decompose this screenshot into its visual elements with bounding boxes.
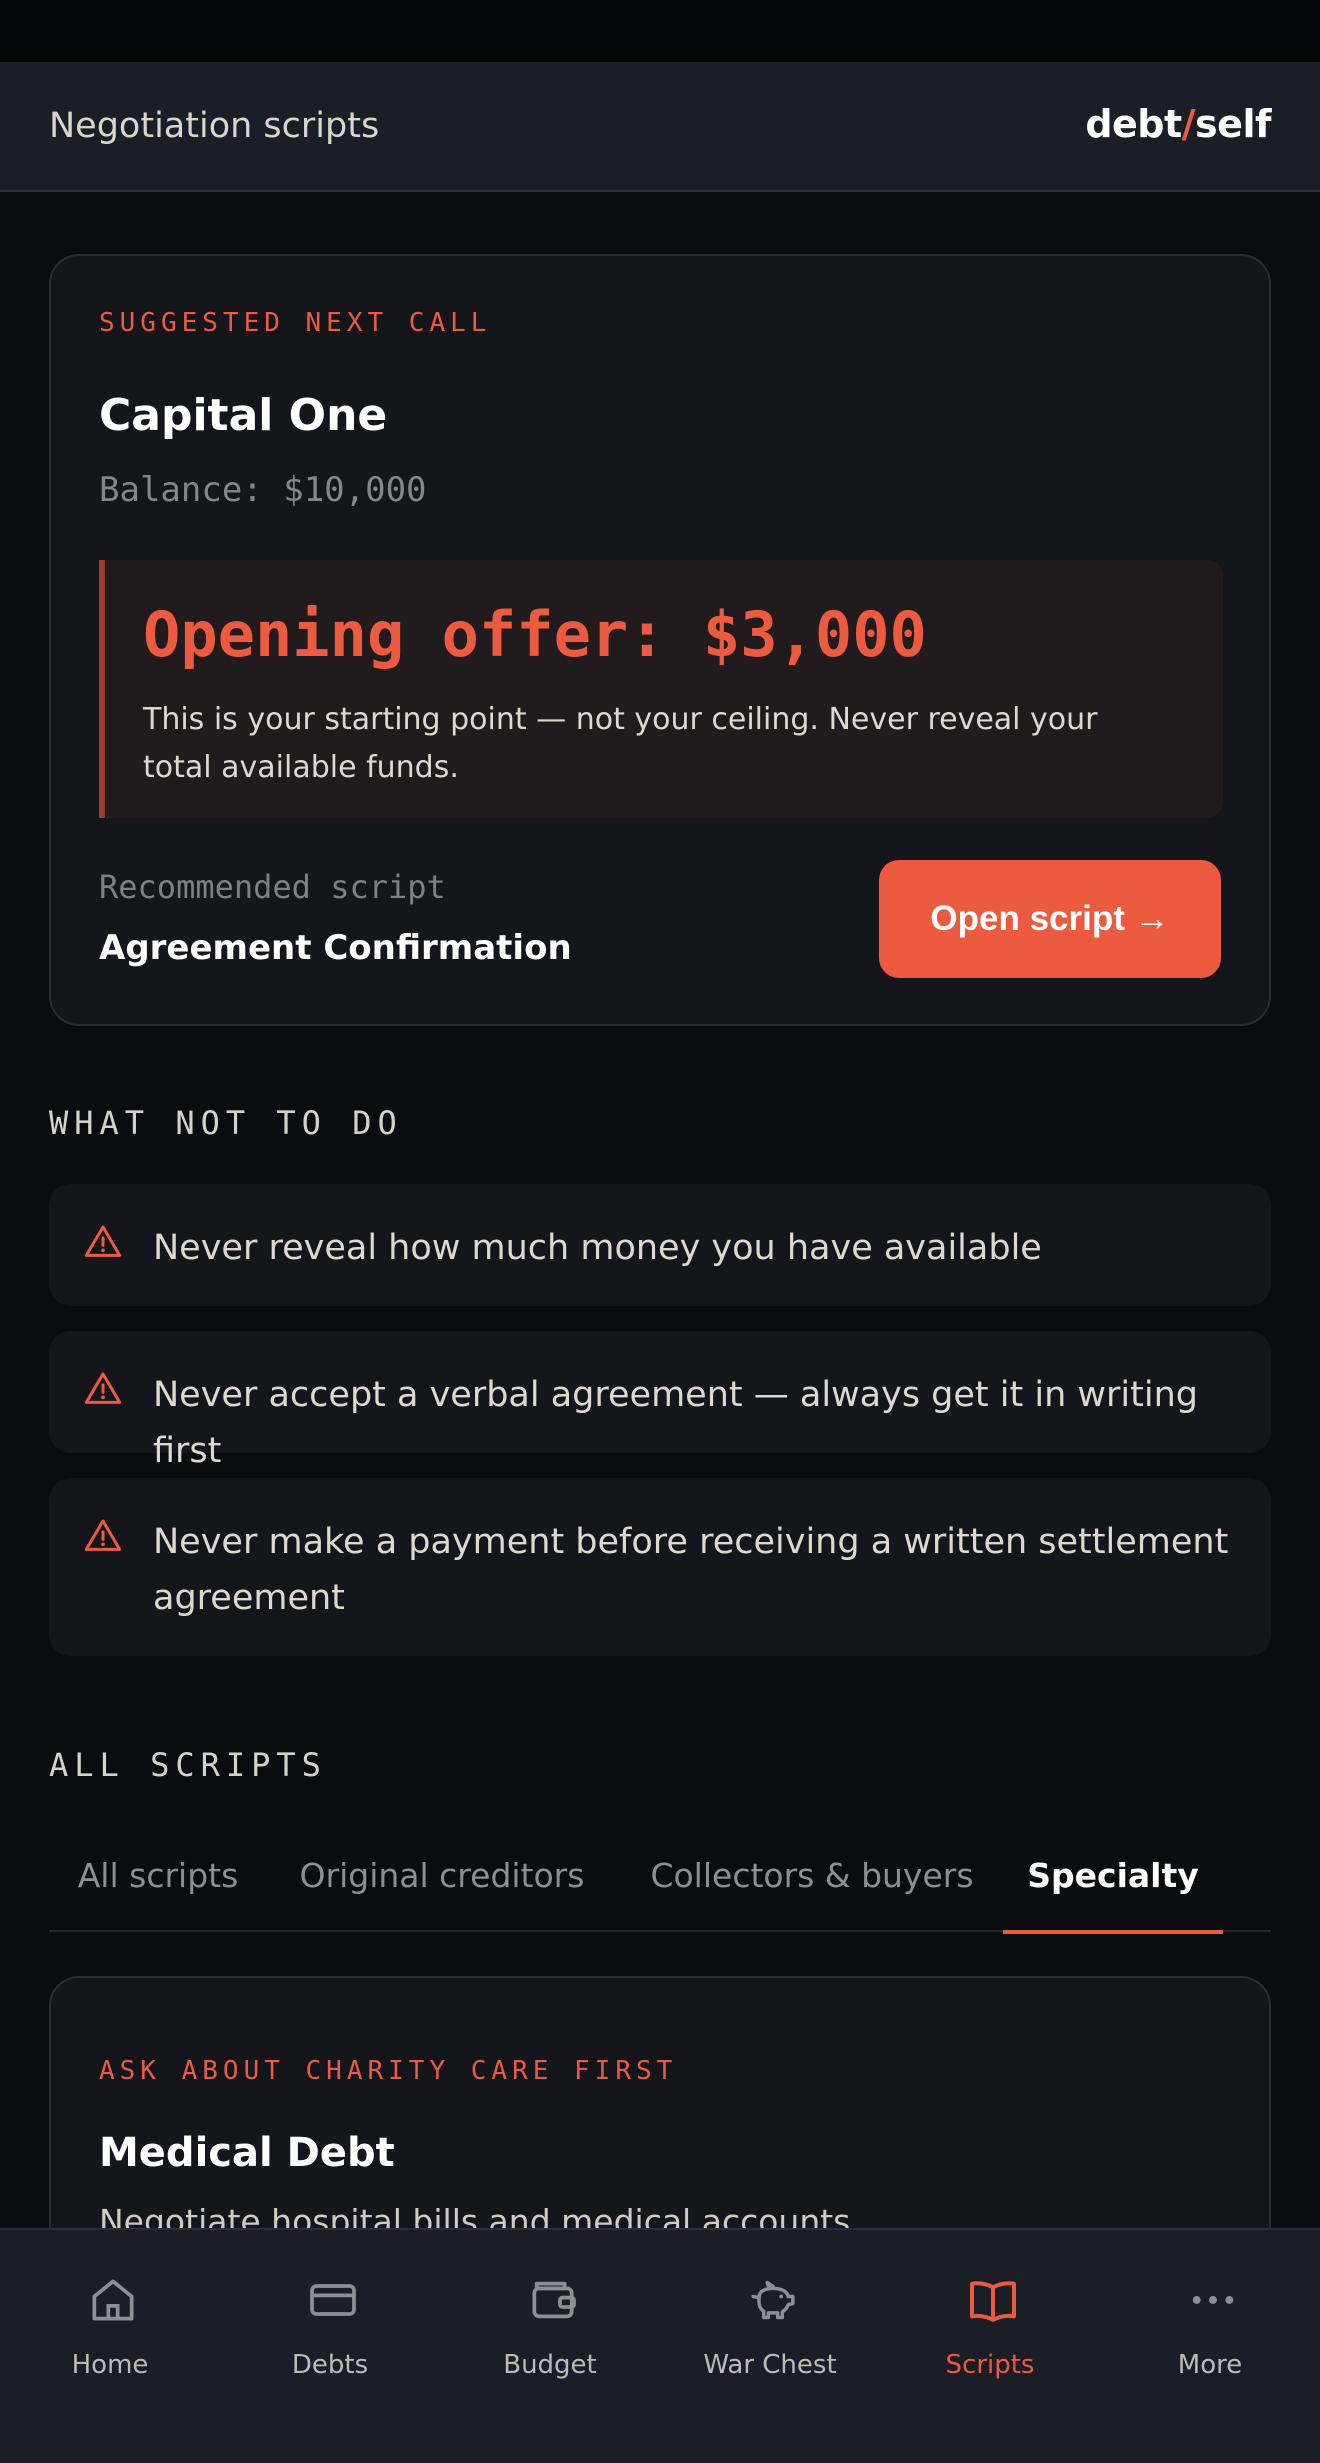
tab-specialty[interactable]: Specialty: [1003, 1818, 1223, 1934]
recommended-script-name: Agreement Confirmation: [99, 928, 572, 968]
tab-original-creditors[interactable]: Original creditors: [267, 1818, 617, 1932]
nav-budget[interactable]: Budget: [440, 2272, 660, 2402]
page-title: Negotiation scripts: [49, 106, 380, 146]
creditor-name: Capital One: [99, 390, 388, 441]
script-category-tabs: All scripts Original creditors Collector…: [49, 1818, 1271, 1934]
logo-text-debt: debt: [1085, 102, 1182, 146]
wallet-icon: [532, 2281, 576, 2319]
medical-title: Medical Debt: [99, 2130, 395, 2176]
credit-card-icon: [310, 2284, 356, 2316]
suggested-eyebrow: SUGGESTED NEXT CALL: [99, 308, 492, 338]
nav-label: Debts: [291, 2350, 369, 2380]
nav-label: Scripts: [945, 2350, 1035, 2380]
warning-triangle-icon: [84, 1225, 122, 1257]
home-icon: [92, 2279, 134, 2321]
top-app-bar: Negotiation scripts debt/self: [0, 62, 1320, 192]
tab-all-scripts[interactable]: All scripts: [49, 1818, 267, 1932]
warning-text: Never reveal how much money you have ava…: [153, 1228, 1042, 1268]
tab-collectors-buyers[interactable]: Collectors & buyers: [617, 1818, 1007, 1932]
opening-offer-box: Opening offer: $3,000 This is your start…: [99, 560, 1223, 818]
opening-offer: Opening offer: $3,000: [143, 598, 927, 671]
warning-triangle-icon: [84, 1372, 122, 1404]
piggy-bank-icon: [751, 2280, 795, 2320]
nav-more[interactable]: More: [1100, 2272, 1320, 2402]
opening-offer-note: This is your starting point — not your c…: [143, 702, 1098, 785]
logo-slash: /: [1181, 102, 1196, 146]
nav-war-chest[interactable]: War Chest: [660, 2272, 880, 2402]
warning-triangle-icon: [84, 1519, 122, 1551]
nav-label: More: [1177, 2350, 1243, 2380]
nav-label: War Chest: [703, 2350, 837, 2380]
logo-text-self: self: [1195, 102, 1271, 146]
warning-item: Never make a payment before receiving a …: [49, 1478, 1271, 1656]
warning-text: Never make a payment before receiving a …: [153, 1522, 1229, 1618]
nav-home[interactable]: Home: [0, 2272, 220, 2402]
warning-text: Never accept a verbal agreement — always…: [153, 1375, 1198, 1471]
warning-item: Never reveal how much money you have ava…: [49, 1184, 1271, 1306]
bottom-navigation: Home Debts Budget War Chest Scripts More: [0, 2228, 1320, 2463]
open-book-icon: [970, 2281, 1016, 2322]
creditor-balance: Balance: $10,000: [99, 470, 427, 510]
recommended-script-label: Recommended script: [99, 868, 446, 906]
suggested-call-card: SUGGESTED NEXT CALL Capital One Balance:…: [49, 254, 1271, 1026]
medical-eyebrow: ASK ABOUT CHARITY CARE FIRST: [99, 2056, 678, 2086]
nav-label: Home: [71, 2350, 149, 2380]
nav-label: Budget: [503, 2350, 597, 2380]
all-scripts-title: ALL SCRIPTS: [49, 1746, 327, 1784]
warning-item: Never accept a verbal agreement — always…: [49, 1331, 1271, 1471]
more-dots-icon: [1192, 2296, 1234, 2304]
status-bar: [0, 0, 1320, 62]
nav-scripts[interactable]: Scripts: [880, 2272, 1100, 2402]
what-not-to-do-title: WHAT NOT TO DO: [49, 1104, 403, 1142]
app-logo[interactable]: debt/self: [1085, 102, 1271, 146]
open-script-button[interactable]: Open script →: [879, 860, 1221, 978]
nav-debts[interactable]: Debts: [220, 2272, 440, 2402]
